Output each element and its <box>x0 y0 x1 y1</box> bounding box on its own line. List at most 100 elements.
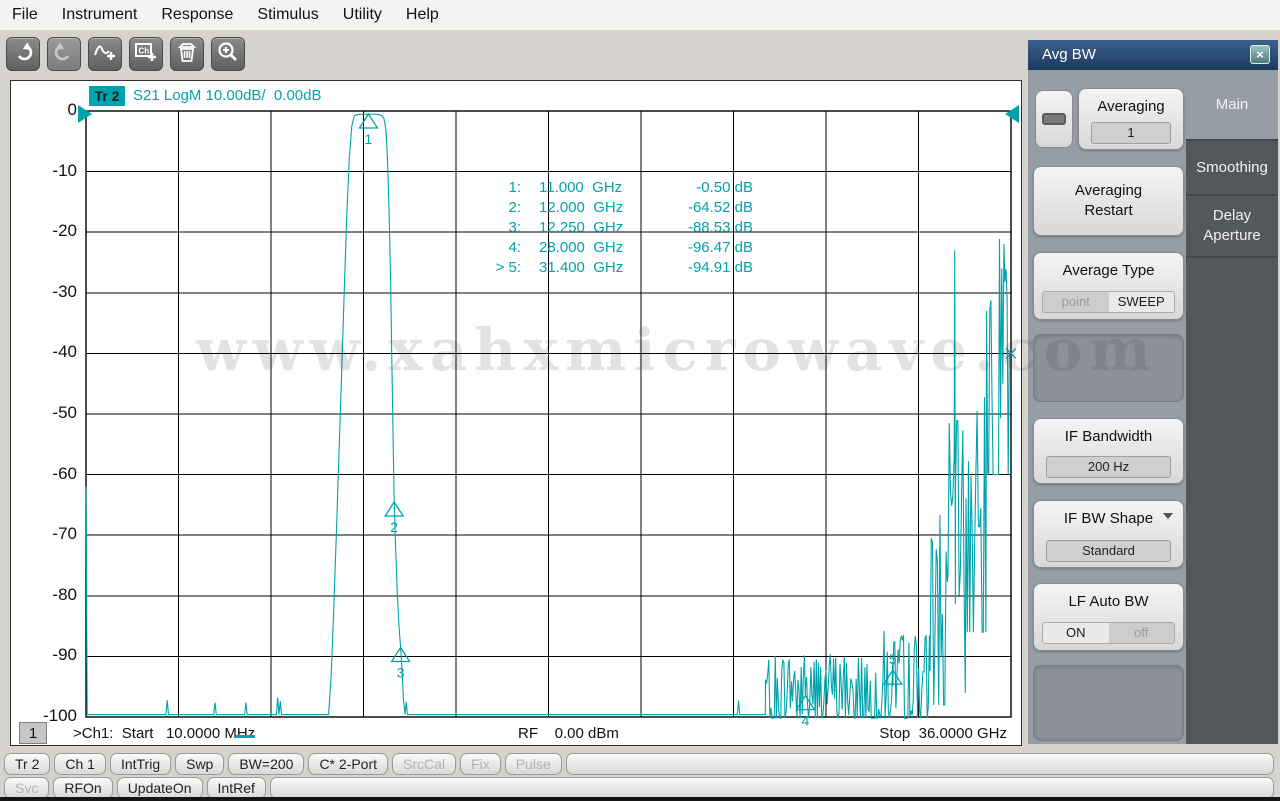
svg-text:1: 1 <box>365 131 373 147</box>
marker-1-value: -0.50 dB <box>657 178 753 198</box>
y-tick-label: -60 <box>21 464 77 486</box>
status-swp-button[interactable]: Swp <box>175 753 224 775</box>
if-bandwidth-label: IF Bandwidth <box>1034 427 1183 446</box>
blank-softkey-2 <box>1033 665 1184 741</box>
marker-4-num: 4: <box>481 238 521 258</box>
status-bw-button[interactable]: BW=200 <box>228 753 304 775</box>
add-trace-button[interactable] <box>88 37 122 71</box>
lf-auto-bw-button[interactable]: LF Auto BW ON off <box>1033 583 1184 651</box>
status-tr2-button[interactable]: Tr 2 <box>4 753 50 775</box>
tab-delay-aperture[interactable]: Delay Aperture <box>1186 196 1278 258</box>
undo-button[interactable] <box>6 37 40 71</box>
averaging-restart-button[interactable]: Averaging Restart <box>1033 166 1184 236</box>
status-svc-button[interactable]: Svc <box>4 777 49 799</box>
trace-color-dash <box>236 735 255 738</box>
if-bw-shape-label: IF BW Shape <box>1034 509 1183 528</box>
marker-5-freq: 31.400 GHz <box>539 258 651 278</box>
average-type-sweep-option[interactable]: SWEEP <box>1109 292 1175 312</box>
add-channel-button[interactable]: Ch <box>129 37 163 71</box>
marker-3-value: -88.53 dB <box>657 218 753 238</box>
status-ch1-button[interactable]: Ch 1 <box>54 753 106 775</box>
y-tick-label: -30 <box>21 282 77 304</box>
marker-readout-table: 1: 11.000 GHz -0.50 dB 2: 12.000 GHz -64.52 … <box>481 178 753 278</box>
status-intref-button[interactable]: IntRef <box>207 777 266 799</box>
average-type-button[interactable]: Average Type point SWEEP <box>1033 252 1184 320</box>
status-srccal-button[interactable]: SrcCal <box>392 753 456 775</box>
svg-text:2: 2 <box>390 519 398 535</box>
marker-4-value: -96.47 dB <box>657 238 753 258</box>
y-tick-label: -40 <box>21 342 77 364</box>
marker-row-2: 2: 12.000 GHz -64.52 dB <box>481 198 753 218</box>
bottom-divider <box>0 797 1280 801</box>
redo-button[interactable] <box>47 37 81 71</box>
redo-icon <box>53 41 75 68</box>
if-bandwidth-button[interactable]: IF Bandwidth 200 Hz <box>1033 418 1184 484</box>
averaging-value-field[interactable]: 1 <box>1091 122 1171 144</box>
zoom-icon <box>216 40 240 69</box>
marker-row-1: 1: 11.000 GHz -0.50 dB <box>481 178 753 198</box>
trace-header-label: S21 LogM 10.00dB/ 0.00dB <box>133 87 321 104</box>
if-bw-shape-button[interactable]: IF BW Shape Standard <box>1033 500 1184 568</box>
marker-5-num: > 5: <box>481 258 521 278</box>
averaging-button[interactable]: Averaging 1 <box>1078 88 1184 150</box>
average-type-point-option[interactable]: point <box>1043 292 1109 312</box>
lf-auto-bw-toggle[interactable]: ON off <box>1042 622 1175 644</box>
averaging-restart-label: Averaging Restart <box>1059 181 1159 221</box>
svg-text:3: 3 <box>397 664 405 680</box>
status-row2-spacer <box>270 777 1274 799</box>
channel-number-badge[interactable]: 1 <box>19 722 47 744</box>
plot-window: Tr 2 S21 LogM 10.00dB/ 0.00dB 0-10-20-30… <box>10 80 1022 746</box>
status-cal-button[interactable]: C* 2-Port <box>308 753 388 775</box>
status-bar-row1: Tr 2 Ch 1 IntTrig Swp BW=200 C* 2-Port S… <box>0 752 1280 775</box>
if-bandwidth-value-field[interactable]: 200 Hz <box>1046 456 1171 478</box>
status-inttrig-button[interactable]: IntTrig <box>110 753 171 775</box>
panel-tabs: Main Smoothing Delay Aperture <box>1186 70 1278 744</box>
averaging-label: Averaging <box>1079 97 1183 116</box>
status-fix-button[interactable]: Fix <box>460 753 501 775</box>
marker-2-value: -64.52 dB <box>657 198 753 218</box>
undo-icon <box>12 41 34 68</box>
zoom-button[interactable] <box>211 37 245 71</box>
svg-text:Ch: Ch <box>139 46 150 55</box>
tab-smoothing[interactable]: Smoothing <box>1186 141 1278 196</box>
trace-badge[interactable]: Tr 2 <box>89 86 125 106</box>
menu-help[interactable]: Help <box>406 6 439 24</box>
status-updateon-button[interactable]: UpdateOn <box>117 777 203 799</box>
y-tick-label: 0 <box>21 100 77 122</box>
avg-bw-panel: Avg BW × Averaging 1 Averaging Restart A… <box>1028 40 1278 744</box>
average-type-toggle[interactable]: point SWEEP <box>1042 291 1175 313</box>
marker-1-freq: 11.000 GHz <box>539 178 651 198</box>
menu-instrument[interactable]: Instrument <box>62 6 138 24</box>
menu-utility[interactable]: Utility <box>343 6 382 24</box>
averaging-led-toggle[interactable] <box>1035 90 1073 148</box>
status-rfon-button[interactable]: RFOn <box>53 777 112 799</box>
lf-auto-bw-off-option[interactable]: off <box>1109 623 1175 643</box>
panel-body: Averaging 1 Averaging Restart Average Ty… <box>1028 70 1186 744</box>
delete-button[interactable] <box>170 37 204 71</box>
close-icon[interactable]: × <box>1250 45 1270 64</box>
marker-2-num: 2: <box>481 198 521 218</box>
blank-softkey-1 <box>1033 334 1184 402</box>
marker-4-freq: 28.000 GHz <box>539 238 651 258</box>
status-bar-row2: Svc RFOn UpdateOn IntRef <box>0 776 1280 799</box>
y-tick-label: -10 <box>21 161 77 183</box>
menu-stimulus[interactable]: Stimulus <box>257 6 318 24</box>
tab-main[interactable]: Main <box>1186 70 1278 141</box>
delete-icon <box>176 41 198 68</box>
menu-file[interactable]: File <box>12 6 38 24</box>
marker-row-4: 4: 28.000 GHz -96.47 dB <box>481 238 753 258</box>
led-indicator-icon <box>1042 113 1066 125</box>
start-frequency-label: >Ch1: Start 10.0000 MHz <box>73 725 255 742</box>
marker-3-freq: 12.250 GHz <box>539 218 651 238</box>
marker-row-3: 3:12.250 GHz-88.53 dB <box>481 218 753 238</box>
menu-response[interactable]: Response <box>161 6 233 24</box>
marker-1-num: 1: <box>481 178 521 198</box>
svg-text:5: 5 <box>889 651 897 667</box>
svg-text:4: 4 <box>801 713 809 729</box>
marker-2-freq: 12.000 GHz <box>539 198 651 218</box>
status-pulse-button[interactable]: Pulse <box>505 753 562 775</box>
if-bw-shape-value-field[interactable]: Standard <box>1046 540 1171 562</box>
status-row1-spacer <box>566 753 1274 775</box>
menu-bar: File Instrument Response Stimulus Utilit… <box>0 0 1280 30</box>
lf-auto-bw-on-option[interactable]: ON <box>1043 623 1109 643</box>
